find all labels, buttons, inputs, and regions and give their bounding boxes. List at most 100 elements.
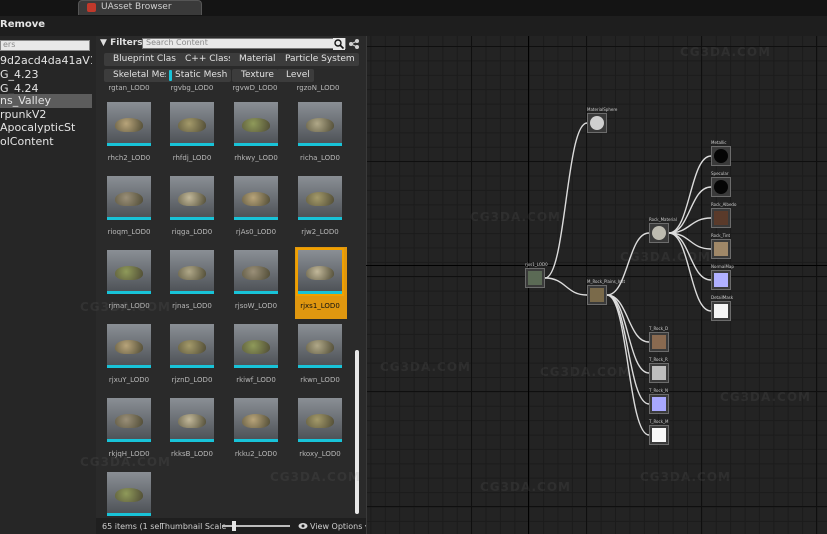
mesh-node[interactable] (525, 268, 545, 288)
node-preview (714, 304, 728, 318)
node-preview (714, 211, 728, 225)
asset-thumbnail[interactable] (234, 176, 278, 220)
filter-chip-label: Texture (241, 70, 274, 80)
filter-chip[interactable]: Material (230, 53, 280, 66)
filter-chip[interactable]: Particle System (276, 53, 359, 66)
black-sphere-2-node[interactable] (711, 177, 731, 197)
thumbnail-scale-handle[interactable] (232, 521, 237, 531)
rough-texture-node[interactable] (711, 208, 731, 228)
filter-chip-label: Particle System (285, 54, 355, 64)
asset-label: riqga_LOD0 (171, 228, 213, 236)
funnel-icon: ▼ (100, 38, 107, 48)
normal2-texture-node[interactable] (649, 394, 669, 414)
node-title: Specular (711, 171, 729, 176)
asset-thumbnail[interactable] (107, 176, 151, 220)
gray-texture-node[interactable] (649, 363, 669, 383)
asset-thumbnail[interactable] (234, 102, 278, 146)
filter-chip[interactable]: Static Mesh (166, 69, 232, 82)
normal-texture-node[interactable] (711, 270, 731, 290)
search-icon[interactable] (333, 38, 345, 50)
filter-chip[interactable]: C++ Class (176, 53, 237, 66)
node-title: Metallic (711, 140, 727, 145)
asset-thumbnail[interactable] (296, 248, 344, 296)
node-preview (590, 288, 604, 302)
folder-item[interactable]: 9d2acd4da41aV1 (0, 54, 92, 68)
asset-thumbnail[interactable] (298, 324, 342, 368)
asset-thumbnail[interactable] (298, 176, 342, 220)
asset-thumbnail[interactable] (234, 250, 278, 294)
rock-mesh-preview (242, 340, 270, 354)
node-title: T_Rock_R (649, 357, 668, 362)
folder-item[interactable]: rpunkV2 (0, 108, 92, 122)
folder-item[interactable]: ApocalypticSt (0, 121, 92, 135)
asset-label: rhkwy_LOD0 (234, 154, 278, 162)
folder-item[interactable]: olContent (0, 135, 92, 149)
filter-chip[interactable]: Texture (232, 69, 278, 82)
asset-thumbnail[interactable] (234, 324, 278, 368)
filter-color-indicator (179, 54, 182, 65)
view-options-label: View Options (310, 522, 363, 531)
filter-chip[interactable]: Level (277, 69, 314, 82)
asset-label: rkwn_LOD0 (300, 376, 340, 384)
asset-thumbnail[interactable] (170, 324, 214, 368)
node-title: Rock_Material (649, 217, 677, 222)
asset-thumbnail[interactable] (170, 176, 214, 220)
asset-thumbnail[interactable] (298, 398, 342, 442)
filter-color-indicator (107, 54, 110, 65)
asset-thumbnail[interactable] (107, 324, 151, 368)
view-options-button[interactable]: View Options ▼ (310, 522, 370, 531)
filter-chip-label: C++ Class (185, 54, 233, 64)
sources-toggle-icon[interactable] (348, 38, 360, 50)
thumbnail-scale-label: Thumbnail Scale (160, 522, 227, 531)
albedo-texture-node[interactable] (649, 332, 669, 352)
asset-thumbnail[interactable] (107, 250, 151, 294)
node-title: T_Rock_M (649, 419, 669, 424)
node-title: Rock_Tint (711, 233, 731, 238)
node-preview (714, 242, 728, 256)
asset-label: rjxs1_LOD0 (300, 302, 340, 310)
tab-uasset-browser[interactable]: UAsset Browser (78, 0, 202, 15)
content-search-input[interactable]: Search Content (142, 38, 346, 49)
folder-item[interactable]: ns_Valley (0, 94, 92, 108)
graph-wire (544, 122, 588, 279)
asset-thumbnail[interactable] (170, 250, 214, 294)
tan-texture-node[interactable] (711, 239, 731, 259)
rock-mesh-preview (242, 192, 270, 206)
filters-label: Filters (110, 38, 143, 48)
asset-thumbnail[interactable] (170, 102, 214, 146)
asset-thumbnail[interactable] (234, 398, 278, 442)
node-preview (652, 366, 666, 380)
preview-sphere-node[interactable] (587, 113, 607, 133)
white-texture-node[interactable] (649, 425, 669, 445)
material-node[interactable] (587, 285, 607, 305)
filter-chip[interactable]: Blueprint Class (104, 53, 185, 66)
base-material-node[interactable] (649, 223, 669, 243)
folder-item[interactable]: G_4.23 (0, 68, 92, 82)
asset-thumbnail[interactable] (107, 472, 151, 516)
rock-mesh-preview (242, 414, 270, 428)
node-title: DetailMask (711, 295, 734, 300)
filter-chip-label: Level (286, 70, 310, 80)
filter-color-indicator (169, 70, 172, 81)
asset-label: rkiwf_LOD0 (236, 376, 276, 384)
node-preview (652, 335, 666, 349)
folder-search-input[interactable]: ers (0, 40, 90, 51)
white-tiles-node[interactable] (711, 301, 731, 321)
watermark-text: CG3DA.COM (80, 455, 171, 469)
rock-mesh-preview (115, 340, 143, 354)
rock-mesh-preview (178, 118, 206, 132)
asset-label: rjznD_LOD0 (171, 376, 213, 384)
rock-mesh-preview (115, 118, 143, 132)
asset-label: rhch2_LOD0 (107, 154, 151, 162)
app-icon (87, 3, 96, 12)
eye-icon[interactable] (298, 522, 308, 530)
black-sphere-1-node[interactable] (711, 146, 731, 166)
asset-thumbnail[interactable] (107, 102, 151, 146)
asset-thumbnail[interactable] (107, 398, 151, 442)
rock-mesh-preview (115, 192, 143, 206)
asset-label: rkksB_LOD0 (171, 450, 213, 458)
asset-thumbnail[interactable] (298, 102, 342, 146)
asset-thumbnail[interactable] (170, 398, 214, 442)
remove-button[interactable]: Remove (0, 19, 45, 30)
asset-scrollbar[interactable] (355, 350, 359, 514)
